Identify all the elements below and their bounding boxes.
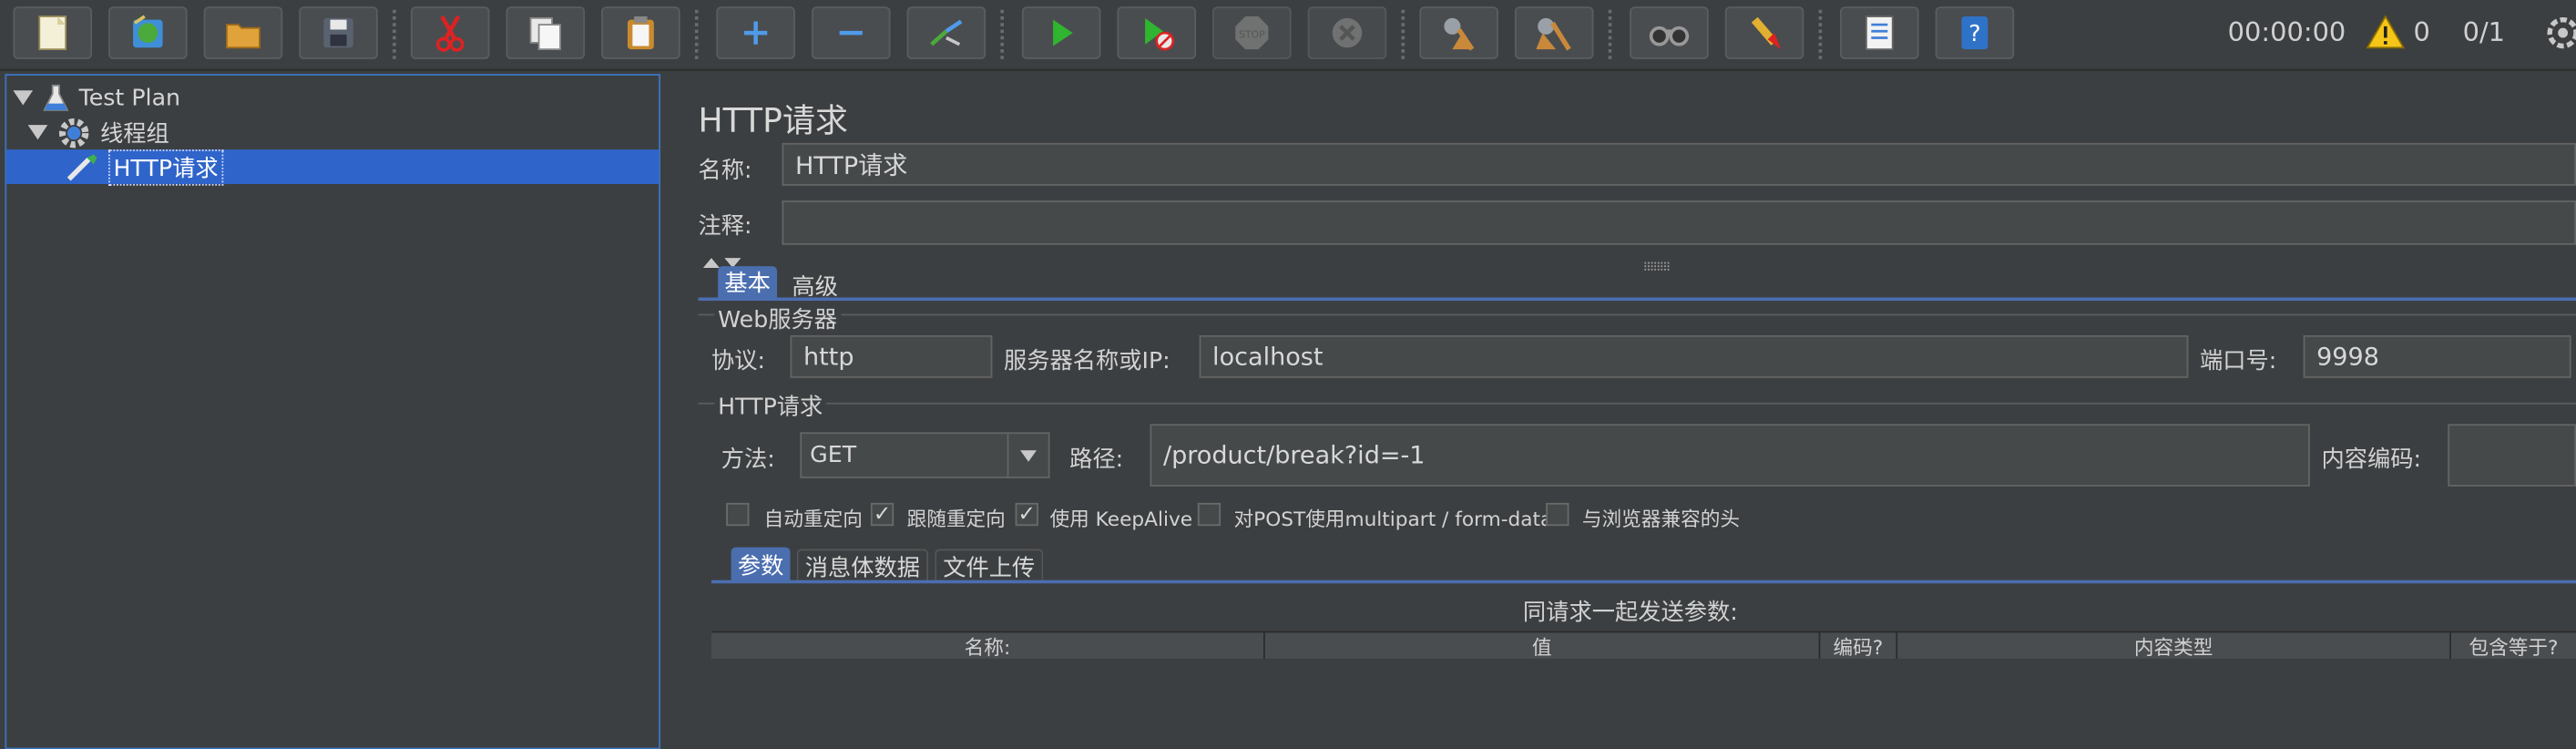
keepalive-label: 使用 KeepAlive bbox=[1049, 508, 1193, 531]
tab-body-data[interactable]: 消息体数据 bbox=[796, 549, 929, 582]
column-header-name[interactable]: 名称: bbox=[711, 632, 1265, 660]
splitter-grip-icon[interactable] bbox=[1643, 247, 1672, 271]
encoding-label: 内容编码: bbox=[2321, 446, 2421, 474]
path-field[interactable]: /product/break?id=-1 bbox=[1150, 424, 2310, 487]
port-label: 端口号: bbox=[2200, 348, 2277, 375]
paste-icon[interactable] bbox=[601, 6, 680, 59]
pipette-icon bbox=[66, 153, 98, 180]
protocol-field[interactable]: http bbox=[790, 334, 993, 378]
tree-item-label: HTTP请求 bbox=[108, 149, 223, 185]
tab-file-upload[interactable]: 文件上传 bbox=[935, 549, 1044, 582]
clear-icon[interactable] bbox=[1419, 6, 1498, 59]
templates-icon[interactable] bbox=[108, 6, 188, 59]
protocol-label: 协议: bbox=[710, 348, 765, 375]
expand-toggle-icon[interactable] bbox=[13, 90, 34, 106]
path-label: 路径: bbox=[1069, 446, 1124, 474]
test-plan-tree[interactable]: Test Plan 线程组 HTTP请求 bbox=[5, 74, 661, 749]
svg-text:?: ? bbox=[1968, 20, 1980, 46]
chevron-down-icon[interactable] bbox=[1007, 434, 1048, 477]
tree-item-thread-group[interactable]: 线程组 bbox=[27, 115, 169, 149]
toolbar: STOP ? 00:00:00 0 0/1 bbox=[0, 0, 2576, 71]
start-icon[interactable] bbox=[1021, 6, 1101, 59]
params-caption: 同请求一起发送参数: bbox=[1522, 600, 1738, 627]
tree-item-test-plan[interactable]: Test Plan bbox=[13, 80, 180, 115]
help-icon[interactable]: ? bbox=[1935, 6, 2015, 59]
tree-item-label: 线程组 bbox=[100, 120, 169, 148]
clear-all-icon[interactable] bbox=[1514, 6, 1594, 59]
auto-redirect-label: 自动重定向 bbox=[763, 508, 863, 531]
web-server-legend: Web服务器 bbox=[714, 302, 841, 335]
server-label: 服务器名称或IP: bbox=[1003, 348, 1170, 375]
method-select[interactable]: GET bbox=[800, 432, 1050, 478]
tab-parameters[interactable]: 参数 bbox=[731, 547, 791, 582]
method-value: GET bbox=[810, 442, 857, 469]
auto-redirect-checkbox[interactable] bbox=[726, 502, 750, 527]
follow-redirect-label: 跟随重定向 bbox=[906, 508, 1006, 531]
elapsed-time: 00:00:00 bbox=[2227, 16, 2346, 48]
comment-label: 注释: bbox=[698, 213, 752, 241]
column-header-value[interactable]: 值 bbox=[1265, 632, 1821, 660]
stop-icon[interactable]: STOP bbox=[1212, 6, 1292, 59]
svg-text:STOP: STOP bbox=[1239, 28, 1265, 40]
column-header-content-type[interactable]: 内容类型 bbox=[1897, 632, 2451, 660]
http-request-panel: HTTP请求 名称: HTTP请求 注释: 基本 高级 Web服务器 协议: h… bbox=[665, 74, 2576, 749]
method-label: 方法: bbox=[721, 446, 775, 474]
collapse-icon[interactable] bbox=[811, 6, 891, 59]
warning-icon[interactable] bbox=[2366, 13, 2406, 52]
open-icon[interactable] bbox=[203, 6, 283, 59]
reset-search-icon[interactable] bbox=[1724, 6, 1804, 59]
copy-icon[interactable] bbox=[506, 6, 586, 59]
tree-item-label: Test Plan bbox=[78, 84, 181, 111]
encoding-field[interactable] bbox=[2448, 424, 2576, 487]
checkmark-icon: ✓ bbox=[873, 501, 892, 528]
toggle-icon[interactable] bbox=[906, 6, 986, 59]
multipart-checkbox[interactable] bbox=[1197, 502, 1222, 527]
params-table-body[interactable] bbox=[710, 659, 2576, 749]
thread-count: 0/1 bbox=[2462, 16, 2506, 48]
multipart-label: 对POST使用multipart / form-data bbox=[1233, 508, 1553, 531]
browser-headers-label: 与浏览器兼容的头 bbox=[1581, 508, 1741, 531]
flask-icon bbox=[43, 83, 69, 111]
function-helper-icon[interactable] bbox=[1840, 6, 1919, 59]
comment-field[interactable] bbox=[782, 200, 2576, 245]
page-title: HTTP请求 bbox=[698, 100, 848, 140]
browser-headers-checkbox[interactable] bbox=[1546, 502, 1569, 527]
settings-icon[interactable] bbox=[2543, 13, 2576, 52]
search-icon[interactable] bbox=[1630, 6, 1709, 59]
gear-icon bbox=[57, 116, 90, 149]
http-request-legend: HTTP请求 bbox=[714, 389, 826, 423]
save-icon[interactable] bbox=[299, 6, 378, 59]
collapse-arrows-icon[interactable] bbox=[701, 245, 751, 268]
warning-count: 0 bbox=[2413, 16, 2430, 48]
checkmark-icon: ✓ bbox=[1017, 501, 1037, 528]
name-field[interactable]: HTTP请求 bbox=[782, 142, 2576, 186]
cut-icon[interactable] bbox=[410, 6, 490, 59]
tree-item-http-request[interactable]: HTTP请求 bbox=[6, 149, 659, 185]
params-table-header: 名称: 值 编码? 内容类型 包含等于? bbox=[710, 631, 2576, 662]
port-field[interactable]: 9998 bbox=[2303, 334, 2571, 378]
server-field[interactable]: localhost bbox=[1199, 334, 2189, 378]
shutdown-icon[interactable] bbox=[1307, 6, 1387, 59]
name-label: 名称: bbox=[698, 158, 752, 185]
expand-toggle-icon[interactable] bbox=[27, 125, 48, 140]
expand-icon[interactable] bbox=[716, 6, 795, 59]
column-header-include-equals[interactable]: 包含等于? bbox=[2451, 632, 2576, 659]
keepalive-checkbox[interactable]: ✓ bbox=[1015, 501, 1038, 528]
new-icon[interactable] bbox=[13, 6, 93, 59]
start-no-pause-icon[interactable] bbox=[1117, 6, 1197, 59]
tab-basic[interactable]: 基本 bbox=[718, 266, 778, 300]
follow-redirect-checkbox[interactable]: ✓ bbox=[870, 501, 894, 528]
column-header-encode[interactable]: 编码? bbox=[1820, 632, 1898, 660]
